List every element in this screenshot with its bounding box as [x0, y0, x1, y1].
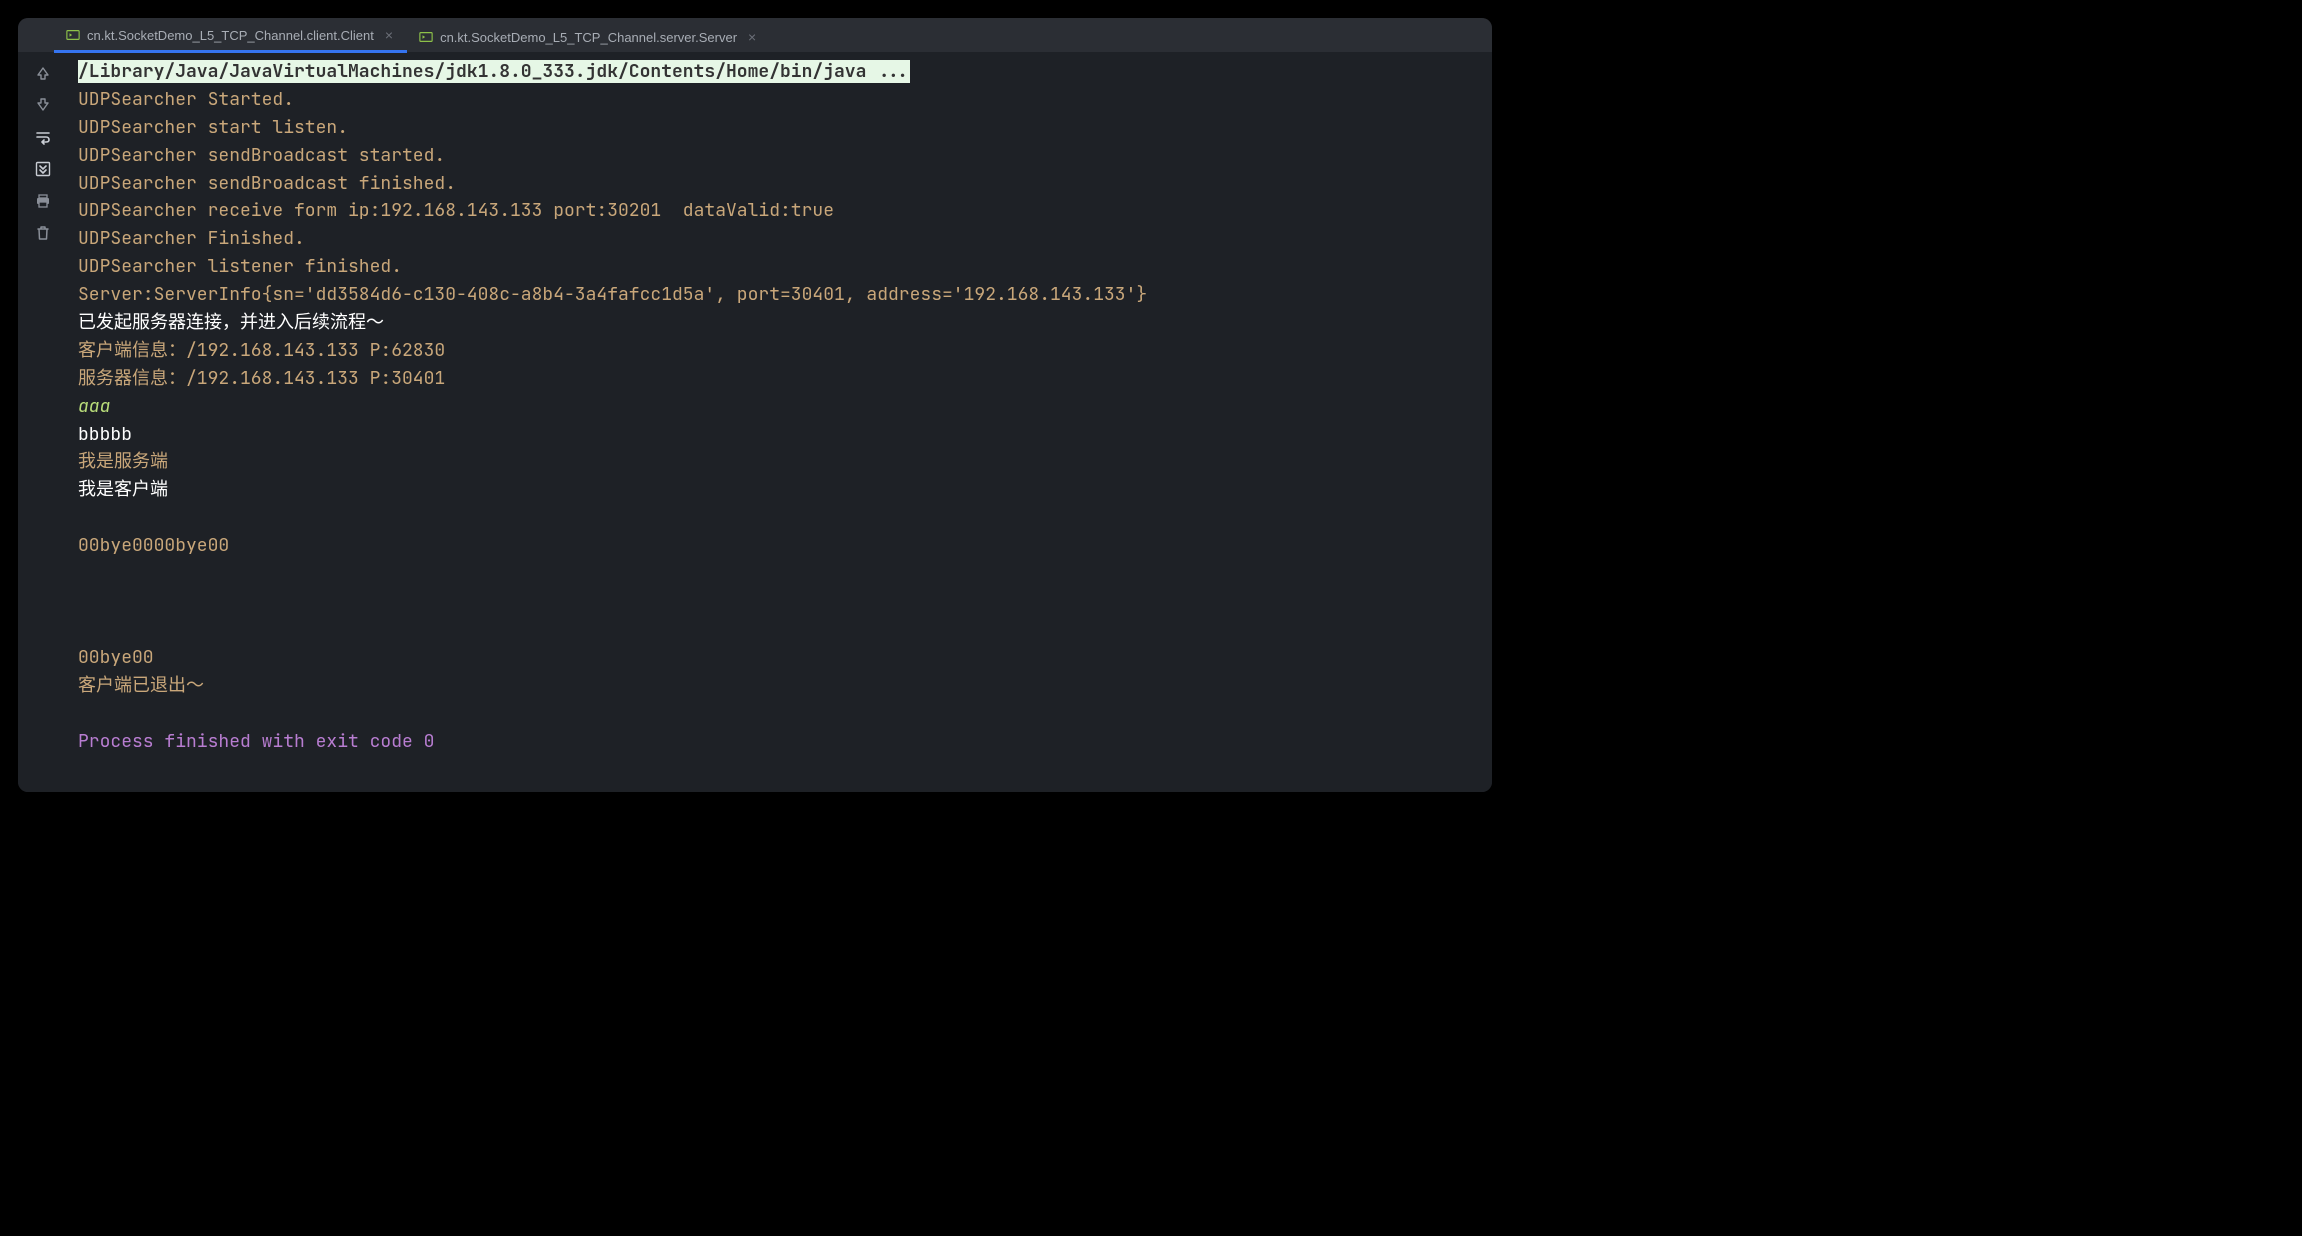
console-line: 服务器信息：/192.168.143.133 P:30401 — [78, 365, 1482, 393]
console-line: 00bye00 — [78, 644, 1482, 672]
trash-icon[interactable] — [34, 224, 52, 242]
print-icon[interactable] — [34, 192, 52, 210]
console-line: 客户端已退出～ — [78, 672, 1482, 700]
console-line: UDPSearcher Started. — [78, 86, 1482, 114]
scroll-to-end-icon[interactable] — [34, 160, 52, 178]
console-line — [78, 504, 1482, 532]
console-line: 客户端信息：/192.168.143.133 P:62830 — [78, 337, 1482, 365]
tab-bar: cn.kt.SocketDemo_L5_TCP_Channel.client.C… — [18, 18, 1492, 52]
console-output[interactable]: /Library/Java/JavaVirtualMachines/jdk1.8… — [68, 52, 1492, 792]
console-line: 00bye0000bye00 — [78, 532, 1482, 560]
gutter-toolbar — [18, 52, 68, 792]
console-line: UDPSearcher sendBroadcast started. — [78, 142, 1482, 170]
console-line — [78, 560, 1482, 588]
tab-server[interactable]: cn.kt.SocketDemo_L5_TCP_Channel.server.S… — [407, 22, 770, 52]
console-line: Process finished with exit code 0 — [78, 728, 1482, 756]
console-line: UDPSearcher start listen. — [78, 114, 1482, 142]
console-line: aaa — [78, 393, 1482, 421]
console-line: Server:ServerInfo{sn='dd3584d6-c130-408c… — [78, 281, 1482, 309]
console-line: 我是服务端 — [78, 448, 1482, 476]
console-line: UDPSearcher receive form ip:192.168.143.… — [78, 197, 1482, 225]
console-line: UDPSearcher listener finished. — [78, 253, 1482, 281]
command-line: /Library/Java/JavaVirtualMachines/jdk1.8… — [78, 60, 910, 83]
tab-client[interactable]: cn.kt.SocketDemo_L5_TCP_Channel.client.C… — [54, 20, 407, 53]
tab-label: cn.kt.SocketDemo_L5_TCP_Channel.server.S… — [440, 30, 737, 45]
console-line — [78, 588, 1482, 616]
run-config-icon — [419, 30, 433, 44]
main-area: /Library/Java/JavaVirtualMachines/jdk1.8… — [18, 52, 1492, 792]
close-icon[interactable]: × — [383, 27, 395, 43]
console-line: 我是客户端 — [78, 476, 1482, 504]
console-line: UDPSearcher Finished. — [78, 225, 1482, 253]
console-window: cn.kt.SocketDemo_L5_TCP_Channel.client.C… — [18, 18, 1492, 792]
run-config-icon — [66, 28, 80, 42]
console-line: 已发起服务器连接，并进入后续流程～ — [78, 309, 1482, 337]
console-line: bbbbb — [78, 421, 1482, 449]
console-line: UDPSearcher sendBroadcast finished. — [78, 170, 1482, 198]
close-icon[interactable]: × — [746, 29, 758, 45]
tab-label: cn.kt.SocketDemo_L5_TCP_Channel.client.C… — [87, 28, 374, 43]
console-line — [78, 616, 1482, 644]
soft-wrap-icon[interactable] — [34, 128, 52, 146]
arrow-up-icon[interactable] — [34, 64, 52, 82]
console-line — [78, 700, 1482, 728]
arrow-down-icon[interactable] — [34, 96, 52, 114]
